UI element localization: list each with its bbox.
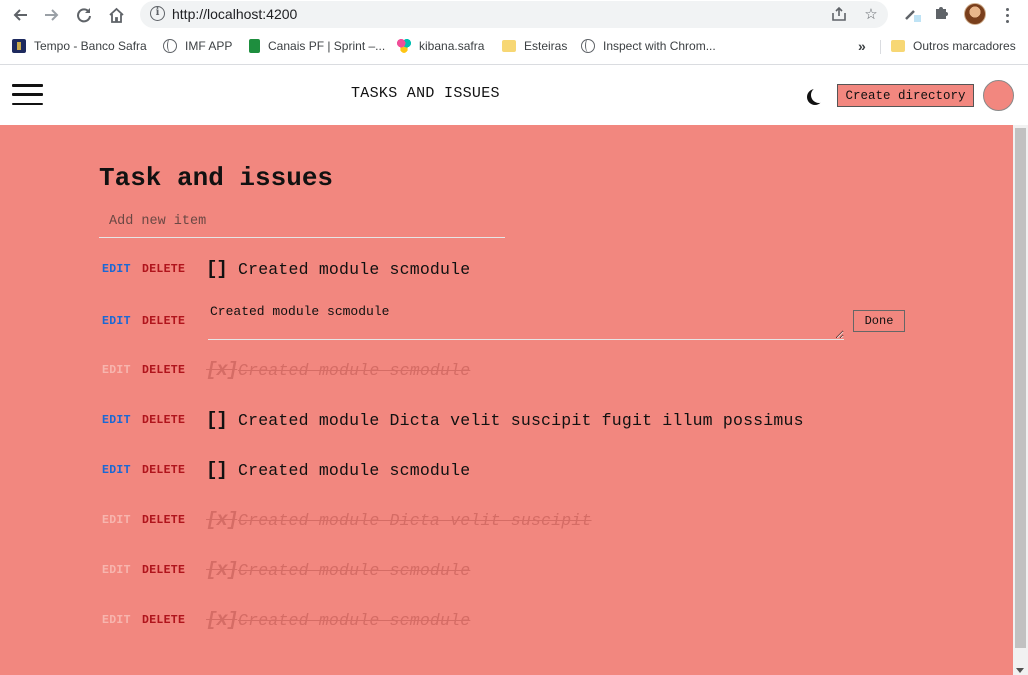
task-row: EDIT DELETE [] Created module scmodule: [102, 254, 922, 284]
task-row: EDIT DELETE [x] Created module scmodule: [102, 355, 922, 385]
home-icon[interactable]: [103, 3, 129, 27]
more-bookmarks-button[interactable]: »: [858, 37, 866, 55]
header-title: TASKS AND ISSUES: [351, 85, 500, 102]
globe-icon: [581, 39, 595, 53]
task-text: Created module scmodule: [238, 560, 471, 580]
edit-link[interactable]: EDIT: [102, 414, 142, 427]
bookmark-imf-app[interactable]: IMF APP: [163, 37, 232, 55]
edit-link-disabled: EDIT: [102, 513, 131, 527]
delete-link[interactable]: DELETE: [142, 263, 206, 276]
edit-link-disabled: EDIT: [102, 613, 131, 627]
bookmark-esteiras[interactable]: Esteiras: [502, 37, 567, 55]
task-row-editing: EDIT DELETE Created module scmodule Done: [102, 301, 922, 341]
bookmark-label: Inspect with Chrom...: [603, 39, 716, 53]
task-checkbox[interactable]: [x]: [206, 509, 238, 531]
moon-icon[interactable]: [811, 87, 827, 103]
delete-link[interactable]: DELETE: [142, 315, 206, 328]
folder-icon: [891, 40, 905, 52]
task-checkbox[interactable]: [x]: [206, 559, 238, 581]
bookmarks-bar: Tempo - Banco Safra IMF APP Canais PF | …: [0, 33, 1028, 59]
bookmark-label: kibana.safra: [419, 39, 485, 53]
bookmark-outros-marcadores[interactable]: Outros marcadores: [891, 37, 1016, 55]
done-button[interactable]: Done: [853, 310, 905, 332]
avatar[interactable]: [983, 80, 1014, 111]
reload-icon[interactable]: [71, 3, 97, 27]
bookmark-tempo[interactable]: Tempo - Banco Safra: [12, 37, 147, 55]
edit-link-disabled: EDIT: [102, 563, 131, 577]
task-text: Created module scmodule: [238, 360, 471, 380]
forward-arrow-icon[interactable]: [39, 3, 65, 27]
hamburger-menu-icon[interactable]: [12, 84, 43, 105]
page-scrollbar[interactable]: [1013, 125, 1028, 675]
task-checkbox[interactable]: []: [206, 258, 238, 280]
bookmark-label: IMF APP: [185, 39, 233, 53]
globe-icon: [163, 39, 177, 53]
task-checkbox[interactable]: [x]: [206, 609, 238, 631]
task-edit-textarea[interactable]: Created module scmodule: [208, 302, 844, 340]
menu-kebab-icon[interactable]: [997, 4, 1017, 26]
eyedropper-extension-icon[interactable]: [901, 4, 923, 26]
task-text: Created module Dicta velit suscipit: [238, 510, 592, 530]
sheets-icon: [249, 39, 260, 53]
tempo-icon: [12, 39, 26, 53]
task-row: EDIT DELETE [] Created module scmodule: [102, 455, 922, 485]
task-checkbox[interactable]: []: [206, 409, 238, 431]
delete-link[interactable]: DELETE: [142, 514, 206, 527]
bookmark-label: Canais PF | Sprint –...: [268, 39, 386, 53]
delete-link[interactable]: DELETE: [142, 364, 206, 377]
edit-link[interactable]: EDIT: [102, 464, 142, 477]
puzzle-icon[interactable]: [931, 4, 953, 26]
share-icon[interactable]: [830, 6, 848, 24]
profile-avatar[interactable]: [964, 3, 986, 25]
task-row: EDIT DELETE [x] Created module scmodule: [102, 605, 922, 635]
main-content: Task and issues EDIT DELETE [] Created m…: [0, 125, 1013, 675]
task-checkbox[interactable]: [x]: [206, 359, 238, 381]
scrollbar-thumb[interactable]: [1015, 128, 1026, 648]
task-row: EDIT DELETE [x] Created module scmodule: [102, 555, 922, 585]
create-directory-button[interactable]: Create directory: [837, 84, 974, 107]
browser-toolbar: i http://localhost:4200 ☆: [0, 0, 1028, 30]
bookmarks-divider: [880, 40, 881, 54]
delete-link[interactable]: DELETE: [142, 464, 206, 477]
scroll-down-arrow-icon[interactable]: [1016, 668, 1024, 673]
kibana-icon: [397, 39, 411, 53]
task-text: Created module scmodule: [238, 460, 471, 480]
edit-link[interactable]: EDIT: [102, 315, 142, 328]
info-icon[interactable]: i: [150, 6, 165, 21]
task-row: EDIT DELETE [] Created module Dicta veli…: [102, 405, 922, 435]
bookmark-label: Esteiras: [524, 39, 568, 53]
address-bar[interactable]: i http://localhost:4200 ☆: [140, 1, 888, 28]
bookmark-kibana[interactable]: kibana.safra: [397, 37, 484, 55]
back-arrow-icon[interactable]: [7, 3, 33, 27]
folder-icon: [502, 40, 516, 52]
delete-link[interactable]: DELETE: [142, 564, 206, 577]
edit-link-disabled: EDIT: [102, 363, 131, 377]
edit-link[interactable]: EDIT: [102, 263, 142, 276]
bookmark-canais-pf[interactable]: Canais PF | Sprint –...: [249, 37, 385, 55]
task-text: Created module scmodule: [238, 610, 471, 630]
bookmark-label: Tempo - Banco Safra: [34, 39, 147, 53]
task-list: EDIT DELETE [] Created module scmodule E…: [0, 125, 1013, 675]
bookmark-inspect[interactable]: Inspect with Chrom...: [581, 37, 716, 55]
task-text: Created module Dicta velit suscipit fugi…: [238, 410, 804, 430]
delete-link[interactable]: DELETE: [142, 414, 206, 427]
star-icon[interactable]: ☆: [862, 6, 880, 24]
url-text[interactable]: http://localhost:4200: [172, 6, 297, 22]
more-bookmarks-glyph: »: [858, 38, 866, 54]
bookmark-label: Outros marcadores: [913, 39, 1016, 53]
task-checkbox[interactable]: []: [206, 459, 238, 481]
task-row: EDIT DELETE [x] Created module Dicta vel…: [102, 505, 922, 535]
delete-link[interactable]: DELETE: [142, 614, 206, 627]
app-header: TASKS AND ISSUES Create directory: [0, 65, 1028, 125]
task-text: Created module scmodule: [238, 259, 471, 279]
